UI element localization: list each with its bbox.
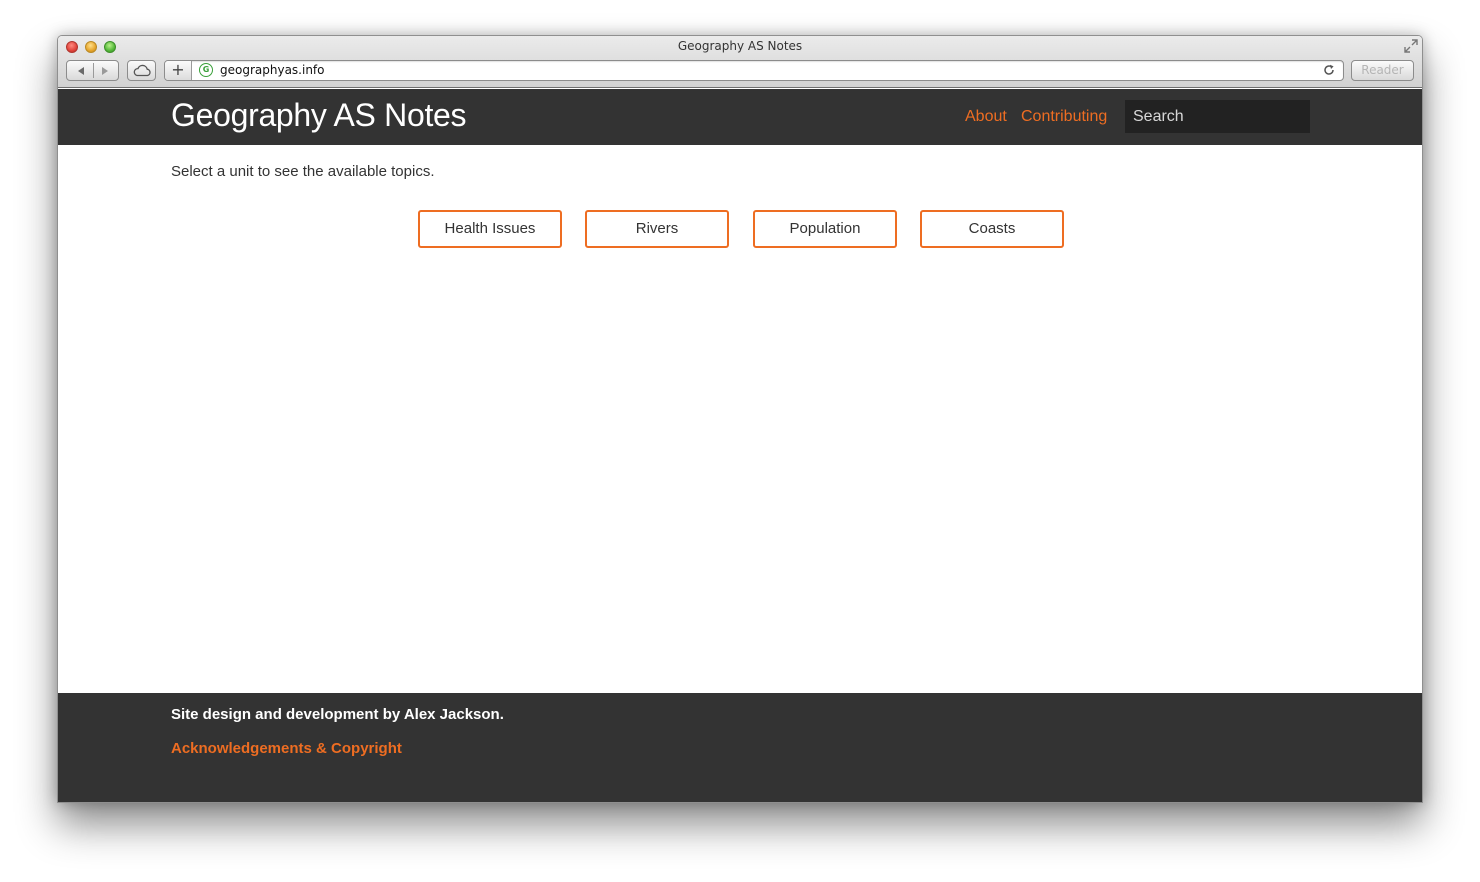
browser-window: Geography AS Notes + G geographyas.info — [57, 35, 1423, 803]
unit-button-rivers[interactable]: Rivers — [585, 210, 729, 248]
icloud-tabs-button[interactable] — [127, 60, 156, 81]
nav-link-contributing[interactable]: Contributing — [1021, 108, 1107, 126]
intro-text: Select a unit to see the available topic… — [171, 163, 435, 180]
nav-link-about[interactable]: About — [965, 108, 1007, 126]
toolbar-divider — [93, 63, 94, 78]
reload-icon[interactable] — [1323, 64, 1335, 76]
new-tab-button[interactable]: + — [165, 61, 192, 80]
unit-button-coasts[interactable]: Coasts — [920, 210, 1064, 248]
acknowledgements-link[interactable]: Acknowledgements & Copyright — [171, 740, 402, 757]
address-bar[interactable]: + G geographyas.info — [164, 60, 1344, 81]
forward-icon[interactable] — [100, 66, 110, 76]
fullscreen-icon[interactable] — [1404, 39, 1418, 53]
back-icon[interactable] — [76, 66, 86, 76]
unit-button-population[interactable]: Population — [753, 210, 897, 248]
back-forward-buttons — [66, 60, 119, 81]
window-title: Geography AS Notes — [677, 39, 803, 53]
site-favicon-icon: G — [199, 63, 213, 77]
url-text[interactable]: geographyas.info — [220, 63, 325, 77]
site-footer: Site design and development by Alex Jack… — [58, 693, 1422, 802]
browser-toolbar: Geography AS Notes + G geographyas.info — [58, 36, 1422, 88]
site-header: Geography AS Notes About Contributing — [58, 89, 1422, 145]
unit-button-health-issues[interactable]: Health Issues — [418, 210, 562, 248]
site-brand-link[interactable]: Geography AS Notes — [171, 97, 467, 134]
search-input[interactable] — [1125, 100, 1310, 133]
footer-credit: Site design and development by Alex Jack… — [171, 706, 504, 723]
icloud-icon — [133, 64, 151, 77]
reader-button[interactable]: Reader — [1351, 60, 1414, 81]
